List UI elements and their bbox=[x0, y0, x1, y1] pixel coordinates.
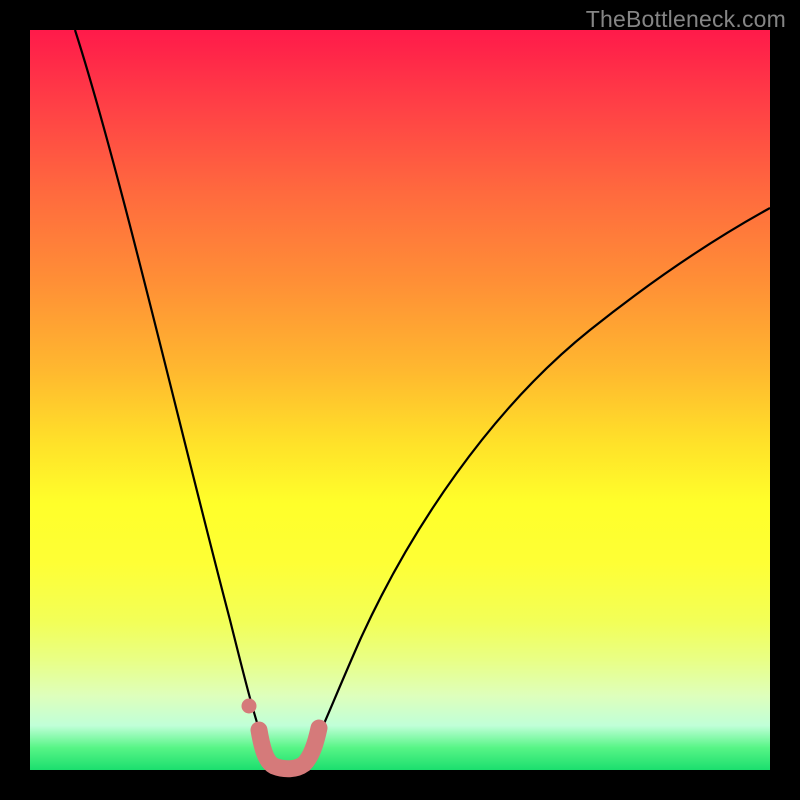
curve-layer bbox=[30, 30, 770, 770]
optimal-range-band bbox=[259, 728, 319, 769]
chart-frame: TheBottleneck.com bbox=[0, 0, 800, 800]
watermark-text: TheBottleneck.com bbox=[586, 6, 786, 33]
plot-area bbox=[30, 30, 770, 770]
left-shoulder-dot bbox=[242, 699, 257, 714]
bottleneck-curve bbox=[75, 30, 770, 767]
